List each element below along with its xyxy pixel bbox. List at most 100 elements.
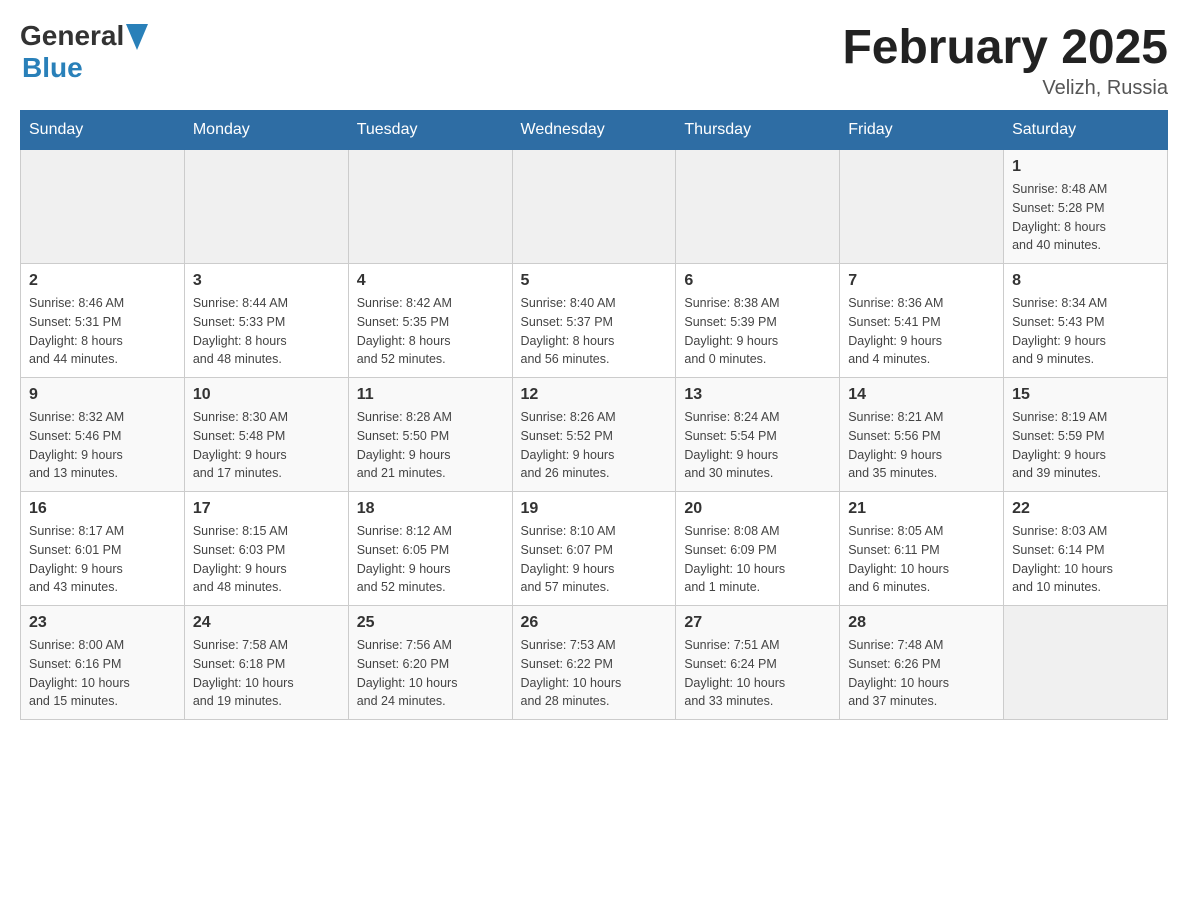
weekday-header: Thursday — [676, 111, 840, 150]
calendar-cell — [1004, 606, 1168, 720]
calendar-cell: 14Sunrise: 8:21 AMSunset: 5:56 PMDayligh… — [840, 378, 1004, 492]
calendar-cell: 22 Sunrise: 8:03 AMSunset: 6:14 PMDayligh… — [1004, 492, 1168, 606]
weekday-header: Monday — [184, 111, 348, 150]
calendar-cell: 12 Sunrise: 8:26 AMSunset: 5:52 PMDayligh… — [512, 378, 676, 492]
weekday-header: Friday — [840, 111, 1004, 150]
day-number: 19 — [521, 500, 668, 518]
day-info: Sunrise: 8:12 AMSunset: 6:05 PMDaylight:… — [357, 522, 504, 597]
day-info: Sunrise: 8:03 AMSunset: 6:14 PMDaylight:… — [1012, 522, 1159, 597]
calendar-cell: 9Sunrise: 8:32 AMSunset: 5:46 PMDaylight… — [21, 378, 185, 492]
day-number: 10 — [193, 386, 340, 404]
day-number: 12 — [521, 386, 668, 404]
day-number: 3 — [193, 272, 340, 290]
day-info: Sunrise: 8:00 AMSunset: 6:16 PMDaylight:… — [29, 636, 176, 711]
day-info: Sunrise: 8:24 AMSunset: 5:54 PMDaylight:… — [684, 408, 831, 483]
day-info: Sunrise: 7:48 AMSunset: 6:26 PMDaylight:… — [848, 636, 995, 711]
calendar-cell: 10 Sunrise: 8:30 AMSunset: 5:48 PMDayligh… — [184, 378, 348, 492]
calendar-cell: 2 Sunrise: 8:46 AMSunset: 5:31 PMDaylight… — [21, 264, 185, 378]
day-info: Sunrise: 8:15 AMSunset: 6:03 PMDaylight:… — [193, 522, 340, 597]
calendar-cell: 18 Sunrise: 8:12 AMSunset: 6:05 PMDayligh… — [348, 492, 512, 606]
calendar-cell: 4 Sunrise: 8:42 AMSunset: 5:35 PMDaylight… — [348, 264, 512, 378]
calendar-cell: 16 Sunrise: 8:17 AMSunset: 6:01 PMDayligh… — [21, 492, 185, 606]
day-number: 13 — [684, 386, 831, 404]
day-number: 7 — [848, 272, 995, 290]
day-number: 17 — [193, 500, 340, 518]
calendar-cell: 23 Sunrise: 8:00 AMSunset: 6:16 PMDayligh… — [21, 606, 185, 720]
calendar-cell: 8Sunrise: 8:34 AMSunset: 5:43 PMDaylight… — [1004, 264, 1168, 378]
day-info: Sunrise: 8:17 AMSunset: 6:01 PMDaylight:… — [29, 522, 176, 597]
calendar-cell: 20 Sunrise: 8:08 AMSunset: 6:09 PMDayligh… — [676, 492, 840, 606]
day-number: 2 — [29, 272, 176, 290]
day-info: Sunrise: 7:56 AMSunset: 6:20 PMDaylight:… — [357, 636, 504, 711]
day-info: Sunrise: 7:51 AMSunset: 6:24 PMDaylight:… — [684, 636, 831, 711]
calendar-cell: 17 Sunrise: 8:15 AMSunset: 6:03 PMDayligh… — [184, 492, 348, 606]
calendar-cell: 13 Sunrise: 8:24 AMSunset: 5:54 PMDayligh… — [676, 378, 840, 492]
day-number: 27 — [684, 614, 831, 632]
day-info: Sunrise: 8:48 AMSunset: 5:28 PMDaylight:… — [1012, 180, 1159, 255]
weekday-header: Tuesday — [348, 111, 512, 150]
weekday-header: Saturday — [1004, 111, 1168, 150]
day-info: Sunrise: 8:30 AMSunset: 5:48 PMDaylight:… — [193, 408, 340, 483]
day-number: 11 — [357, 386, 504, 404]
calendar-cell: 28Sunrise: 7:48 AMSunset: 6:26 PMDayligh… — [840, 606, 1004, 720]
logo: General Blue — [20, 20, 148, 84]
day-number: 22 — [1012, 500, 1159, 518]
day-number: 9 — [29, 386, 176, 404]
calendar-cell — [512, 150, 676, 264]
calendar-cell: 24Sunrise: 7:58 AMSunset: 6:18 PMDayligh… — [184, 606, 348, 720]
day-info: Sunrise: 7:58 AMSunset: 6:18 PMDaylight:… — [193, 636, 340, 711]
day-info: Sunrise: 8:40 AMSunset: 5:37 PMDaylight:… — [521, 294, 668, 369]
calendar-cell: 6 Sunrise: 8:38 AMSunset: 5:39 PMDaylight… — [676, 264, 840, 378]
day-info: Sunrise: 8:46 AMSunset: 5:31 PMDaylight:… — [29, 294, 176, 369]
day-number: 26 — [521, 614, 668, 632]
calendar-cell: 1 Sunrise: 8:48 AMSunset: 5:28 PMDaylight… — [1004, 150, 1168, 264]
calendar-cell — [184, 150, 348, 264]
calendar-week-row: 2 Sunrise: 8:46 AMSunset: 5:31 PMDaylight… — [21, 264, 1168, 378]
day-number: 25 — [357, 614, 504, 632]
day-number: 20 — [684, 500, 831, 518]
logo-blue: Blue — [22, 52, 83, 83]
calendar-week-row: 1 Sunrise: 8:48 AMSunset: 5:28 PMDaylight… — [21, 150, 1168, 264]
day-info: Sunrise: 8:10 AMSunset: 6:07 PMDaylight:… — [521, 522, 668, 597]
calendar-cell — [348, 150, 512, 264]
calendar-cell — [840, 150, 1004, 264]
calendar-cell: 26 Sunrise: 7:53 AMSunset: 6:22 PMDayligh… — [512, 606, 676, 720]
calendar-header-row: SundayMondayTuesdayWednesdayThursdayFrid… — [21, 111, 1168, 150]
title-block: February 2025 Velizh, Russia — [842, 20, 1168, 100]
calendar-week-row: 16 Sunrise: 8:17 AMSunset: 6:01 PMDayligh… — [21, 492, 1168, 606]
calendar-cell: 11 Sunrise: 8:28 AMSunset: 5:50 PMDayligh… — [348, 378, 512, 492]
day-info: Sunrise: 8:42 AMSunset: 5:35 PMDaylight:… — [357, 294, 504, 369]
calendar-week-row: 9Sunrise: 8:32 AMSunset: 5:46 PMDaylight… — [21, 378, 1168, 492]
calendar-cell: 7Sunrise: 8:36 AMSunset: 5:41 PMDaylight… — [840, 264, 1004, 378]
location: Velizh, Russia — [842, 77, 1168, 100]
calendar-cell: 25 Sunrise: 7:56 AMSunset: 6:20 PMDayligh… — [348, 606, 512, 720]
day-number: 14 — [848, 386, 995, 404]
day-number: 16 — [29, 500, 176, 518]
weekday-header: Wednesday — [512, 111, 676, 150]
page-header: General Blue February 2025 Velizh, Russi… — [20, 20, 1168, 100]
calendar-cell: 21Sunrise: 8:05 AMSunset: 6:11 PMDayligh… — [840, 492, 1004, 606]
calendar-cell — [21, 150, 185, 264]
day-number: 4 — [357, 272, 504, 290]
calendar-week-row: 23 Sunrise: 8:00 AMSunset: 6:16 PMDayligh… — [21, 606, 1168, 720]
weekday-header: Sunday — [21, 111, 185, 150]
logo-general: General — [20, 20, 124, 52]
calendar-cell — [676, 150, 840, 264]
day-info: Sunrise: 8:05 AMSunset: 6:11 PMDaylight:… — [848, 522, 995, 597]
logo-triangle-icon — [126, 24, 148, 50]
day-info: Sunrise: 8:26 AMSunset: 5:52 PMDaylight:… — [521, 408, 668, 483]
calendar-cell: 3Sunrise: 8:44 AMSunset: 5:33 PMDaylight… — [184, 264, 348, 378]
day-number: 23 — [29, 614, 176, 632]
day-number: 18 — [357, 500, 504, 518]
day-info: Sunrise: 8:08 AMSunset: 6:09 PMDaylight:… — [684, 522, 831, 597]
calendar-cell: 19 Sunrise: 8:10 AMSunset: 6:07 PMDayligh… — [512, 492, 676, 606]
day-number: 6 — [684, 272, 831, 290]
calendar-cell: 27 Sunrise: 7:51 AMSunset: 6:24 PMDayligh… — [676, 606, 840, 720]
day-info: Sunrise: 8:38 AMSunset: 5:39 PMDaylight:… — [684, 294, 831, 369]
calendar-table: SundayMondayTuesdayWednesdayThursdayFrid… — [20, 110, 1168, 720]
day-info: Sunrise: 8:28 AMSunset: 5:50 PMDaylight:… — [357, 408, 504, 483]
day-number: 1 — [1012, 158, 1159, 176]
month-title: February 2025 — [842, 20, 1168, 75]
day-info: Sunrise: 8:19 AMSunset: 5:59 PMDaylight:… — [1012, 408, 1159, 483]
day-info: Sunrise: 7:53 AMSunset: 6:22 PMDaylight:… — [521, 636, 668, 711]
